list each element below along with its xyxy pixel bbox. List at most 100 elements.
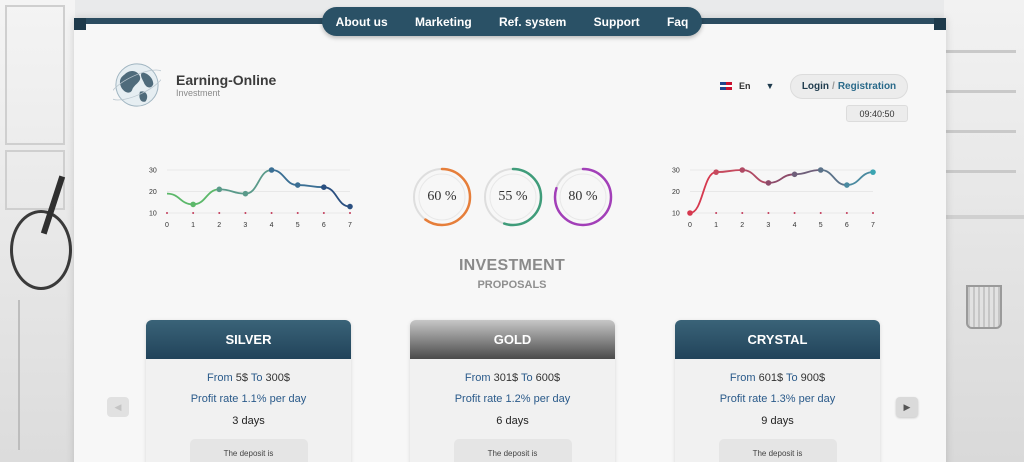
caret-down-icon: ▼ — [765, 81, 775, 91]
nav-faq[interactable]: Faq — [667, 15, 688, 29]
ring-value: 55 % — [498, 189, 528, 204]
shelf — [946, 170, 1016, 173]
plan-profit-rate: Profit rate 1.2% per day — [454, 393, 571, 405]
data-point — [242, 190, 249, 197]
to-label: To — [520, 372, 533, 384]
brand-subtitle: Investment — [176, 88, 221, 98]
plan-card-gold[interactable]: GOLD From 301$ To 600$ Profit rate 1.2% … — [410, 320, 615, 462]
nav-about-us[interactable]: About us — [336, 15, 388, 29]
from-value: 601$ — [758, 372, 784, 384]
card-corner — [934, 18, 946, 30]
axis-dot — [872, 212, 874, 214]
series-line-segment — [271, 169, 298, 186]
plan-range: From 5$ To 300$ — [146, 372, 351, 384]
plan-duration: 9 days — [761, 415, 794, 427]
plan-deposit-note: The deposit is — [453, 439, 572, 462]
plan-card-crystal[interactable]: CRYSTAL From 601$ To 900$ Profit rate 1.… — [675, 320, 880, 462]
mini-line-chart-right: 10 20 30 0 1 2 3 4 5 6 7 — [672, 167, 876, 229]
axis-dot — [322, 212, 325, 214]
mini-line-chart-left: 10 20 30 0 1 2 3 4 5 6 7 — [149, 167, 353, 229]
to-value: 300$ — [265, 372, 290, 384]
plan-deposit-note: The deposit is — [189, 439, 308, 462]
x-tick-label: 1 — [714, 222, 718, 229]
carousel-next-button[interactable]: ▶ — [896, 397, 918, 417]
plan-name: GOLD — [410, 320, 615, 359]
language-label: En — [739, 81, 751, 91]
data-point — [216, 186, 223, 193]
progress-ring-purple: 80 % — [552, 166, 614, 228]
registration-link[interactable]: Registration — [838, 81, 896, 92]
progress-ring-green: 55 % — [482, 166, 544, 228]
series-line-segment — [166, 192, 194, 206]
auth-button-group: Login / Registration — [790, 74, 908, 99]
series-line-segment — [794, 169, 821, 176]
login-link[interactable]: Login — [802, 81, 829, 92]
background-window-right — [944, 0, 1024, 462]
from-value: 301$ — [493, 372, 519, 384]
globe-icon — [113, 63, 161, 107]
x-tick-label: 3 — [243, 222, 247, 229]
waste-bin-image — [966, 285, 1002, 329]
to-value: 900$ — [800, 372, 826, 384]
axis-dot — [296, 212, 299, 214]
y-tick-label: 20 — [149, 189, 157, 196]
from-label: From — [729, 372, 756, 384]
series-line-segment — [716, 169, 743, 174]
plan-card-silver[interactable]: SILVER From 5$ To 300$ Profit rate 1.1% … — [146, 320, 351, 462]
plan-profit-rate: Profit rate 1.1% per day — [190, 393, 307, 405]
x-tick-label: 6 — [845, 222, 849, 229]
to-value: 600$ — [535, 372, 561, 384]
x-tick-label: 1 — [191, 222, 195, 229]
desk-image — [944, 215, 1024, 219]
ring-value: 60 % — [427, 189, 457, 204]
axis-dot — [349, 212, 351, 214]
shelf — [946, 50, 1016, 53]
plan-range: From 301$ To 600$ — [410, 372, 615, 384]
furniture-image — [18, 300, 20, 450]
nav-support[interactable]: Support — [594, 15, 640, 29]
ring-value: 80 % — [568, 189, 598, 204]
data-point — [347, 203, 353, 210]
nav-marketing[interactable]: Marketing — [415, 15, 472, 29]
data-point — [817, 167, 824, 173]
brand-logo[interactable]: Earning-Online Investment — [110, 58, 300, 118]
top-navigation: About us Marketing Ref. system Support F… — [322, 7, 702, 36]
bicycle-wheel-image — [10, 210, 72, 290]
y-tick-label: 30 — [149, 168, 157, 175]
data-point — [765, 180, 772, 186]
axis-dot — [166, 212, 168, 214]
series-line-segment — [323, 186, 351, 208]
to-label: To — [250, 372, 263, 384]
from-value: 5$ — [235, 372, 248, 384]
x-tick-label: 7 — [871, 222, 875, 229]
auth-separator: / — [832, 81, 835, 92]
server-clock: 09:40:50 — [846, 105, 908, 122]
axis-dot — [819, 212, 822, 214]
plan-duration: 6 days — [496, 415, 529, 427]
plan-name: CRYSTAL — [675, 320, 880, 359]
language-selector[interactable]: En ▼ — [720, 81, 774, 91]
plan-duration: 3 days — [232, 415, 265, 427]
carousel-prev-button[interactable]: ◀ — [107, 397, 129, 417]
plan-profit-rate: Profit rate 1.3% per day — [719, 393, 836, 405]
from-label: From — [206, 372, 233, 384]
series-line-segment — [742, 169, 769, 184]
from-label: From — [464, 372, 491, 384]
to-label: To — [785, 372, 798, 384]
data-point — [321, 184, 327, 190]
data-point — [190, 201, 196, 208]
x-tick-label: 0 — [688, 222, 692, 229]
x-tick-label: 3 — [766, 222, 770, 229]
brand-title: Earning-Online — [176, 72, 277, 88]
nav-ref-system[interactable]: Ref. system — [499, 15, 566, 29]
window-pane — [5, 5, 65, 145]
axis-dot — [270, 212, 273, 214]
shelf — [946, 130, 1016, 133]
plan-range: From 601$ To 900$ — [675, 372, 880, 384]
axis-dot — [793, 212, 796, 214]
x-tick-label: 5 — [296, 222, 300, 229]
plan-deposit-note: The deposit is — [718, 439, 837, 462]
progress-ring-orange: 60 % — [411, 166, 473, 228]
axis-dot — [192, 212, 195, 214]
data-point — [870, 169, 876, 175]
